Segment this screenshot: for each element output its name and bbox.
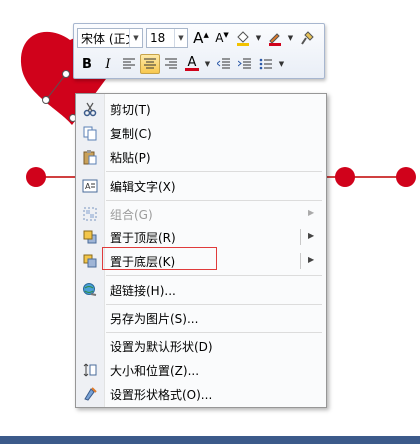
context-menu: 剪切(T) 复制(C) 粘贴(P) A 编辑文字(X) 组合(G) ▶ 置于顶层… <box>75 93 327 408</box>
menu-item-label: 粘贴(P) <box>110 151 151 165</box>
bullet-list-icon <box>259 58 272 70</box>
window-bottom-bar <box>0 436 420 444</box>
menu-item-label: 复制(C) <box>110 127 152 141</box>
menu-separator <box>106 304 322 305</box>
font-color-button[interactable]: A <box>182 54 202 74</box>
font-size-value: 18 <box>150 31 166 45</box>
timeline-dot <box>335 167 355 187</box>
align-center-button[interactable] <box>140 54 160 74</box>
menu-item-group[interactable]: 组合(G) ▶ <box>76 202 326 226</box>
mini-toolbar: 宋体 (正文 ▼ 18 ▼ A▲ A▼ ▼ ▼ <box>73 23 325 79</box>
annotation-highlight-box <box>102 247 217 270</box>
timeline-dot <box>396 167 416 187</box>
submenu-split-divider <box>300 253 301 269</box>
menu-item-label: 剪切(T) <box>110 103 151 117</box>
grow-font-button[interactable]: A▲ <box>191 28 211 48</box>
align-right-icon <box>165 58 177 69</box>
menu-item-label: 另存为图片(S)... <box>110 312 199 326</box>
menu-separator <box>106 332 322 333</box>
chevron-down-icon[interactable]: ▼ <box>254 28 263 48</box>
align-left-button[interactable] <box>119 54 139 74</box>
edit-text-icon: A <box>81 177 99 195</box>
chevron-down-icon[interactable]: ▼ <box>203 54 212 74</box>
format-shape-icon <box>81 385 99 403</box>
paste-icon <box>81 148 99 166</box>
menu-item-paste[interactable]: 粘贴(P) <box>76 145 326 169</box>
font-color-icon: A <box>185 56 199 71</box>
bold-icon: B <box>82 56 92 72</box>
font-size-combo[interactable]: 18 ▼ <box>146 28 188 48</box>
hyperlink-icon <box>81 281 99 299</box>
bullets-button[interactable] <box>256 54 276 74</box>
menu-separator <box>106 200 322 201</box>
format-painter-icon <box>301 31 314 45</box>
menu-item-set-default-shape[interactable]: 设置为默认形状(D) <box>76 334 326 358</box>
copy-icon <box>81 124 99 142</box>
chevron-down-icon[interactable]: ▼ <box>174 29 187 47</box>
italic-button[interactable]: I <box>98 54 118 74</box>
chevron-down-icon[interactable]: ▼ <box>286 28 295 48</box>
fill-color-button[interactable] <box>233 28 253 48</box>
selection-handle <box>62 70 70 78</box>
menu-item-cut[interactable]: 剪切(T) <box>76 97 326 121</box>
svg-text:A: A <box>85 182 91 191</box>
italic-icon: I <box>105 56 111 72</box>
format-painter-button[interactable] <box>297 28 317 48</box>
menu-item-format-shape[interactable]: 设置形状格式(O)... <box>76 382 326 406</box>
mini-toolbar-row-1: 宋体 (正文 ▼ 18 ▼ A▲ A▼ ▼ ▼ <box>77 27 318 49</box>
menu-item-save-as-picture[interactable]: 另存为图片(S)... <box>76 306 326 330</box>
decrease-indent-icon <box>217 58 230 69</box>
grow-font-icon: A▲ <box>193 29 209 47</box>
menu-item-label: 组合(G) <box>110 208 153 222</box>
increase-indent-button[interactable] <box>235 54 255 74</box>
timeline-dot <box>26 167 46 187</box>
increase-indent-icon <box>238 58 251 69</box>
submenu-arrow-icon[interactable]: ▶ <box>308 255 314 264</box>
group-icon <box>81 205 99 223</box>
shrink-font-button[interactable]: A▼ <box>212 28 232 48</box>
menu-item-label: 编辑文字(X) <box>110 180 176 194</box>
pencil-icon <box>269 33 281 46</box>
menu-item-label: 设置形状格式(O)... <box>110 388 213 402</box>
submenu-split-divider <box>300 229 301 245</box>
chevron-down-icon[interactable]: ▼ <box>129 29 142 47</box>
decrease-indent-button[interactable] <box>214 54 234 74</box>
paint-bucket-icon <box>237 31 249 46</box>
menu-item-bring-to-front[interactable]: 置于顶层(R) ▶ <box>76 225 326 249</box>
menu-item-edit-text[interactable]: A 编辑文字(X) <box>76 174 326 198</box>
menu-item-label: 置于顶层(R) <box>110 231 176 245</box>
size-position-icon <box>81 361 99 379</box>
bold-button[interactable]: B <box>77 54 97 74</box>
font-name-value: 宋体 (正文 <box>81 31 129 46</box>
menu-item-size-position[interactable]: 大小和位置(Z)... <box>76 358 326 382</box>
chevron-down-icon[interactable]: ▼ <box>277 54 286 74</box>
menu-item-hyperlink[interactable]: 超链接(H)... <box>76 278 326 302</box>
menu-separator <box>106 171 322 172</box>
align-left-icon <box>123 58 135 69</box>
bring-to-front-icon <box>81 228 99 246</box>
selection-handle <box>42 96 50 104</box>
menu-item-label: 设置为默认形状(D) <box>110 340 213 354</box>
align-right-button[interactable] <box>161 54 181 74</box>
shrink-font-icon: A▼ <box>215 31 229 45</box>
mini-toolbar-row-2: B I A ▼ ▼ <box>77 53 288 75</box>
menu-item-label: 大小和位置(Z)... <box>110 364 200 378</box>
menu-item-copy[interactable]: 复制(C) <box>76 121 326 145</box>
scissors-icon <box>81 100 99 118</box>
submenu-arrow-icon[interactable]: ▶ <box>308 231 314 240</box>
line-color-button[interactable] <box>265 28 285 48</box>
submenu-arrow-icon: ▶ <box>308 208 315 217</box>
menu-item-label: 超链接(H)... <box>110 284 176 298</box>
font-name-combo[interactable]: 宋体 (正文 ▼ <box>77 28 143 48</box>
menu-separator <box>106 275 322 276</box>
send-to-back-icon <box>81 252 99 270</box>
align-center-icon <box>144 58 156 69</box>
